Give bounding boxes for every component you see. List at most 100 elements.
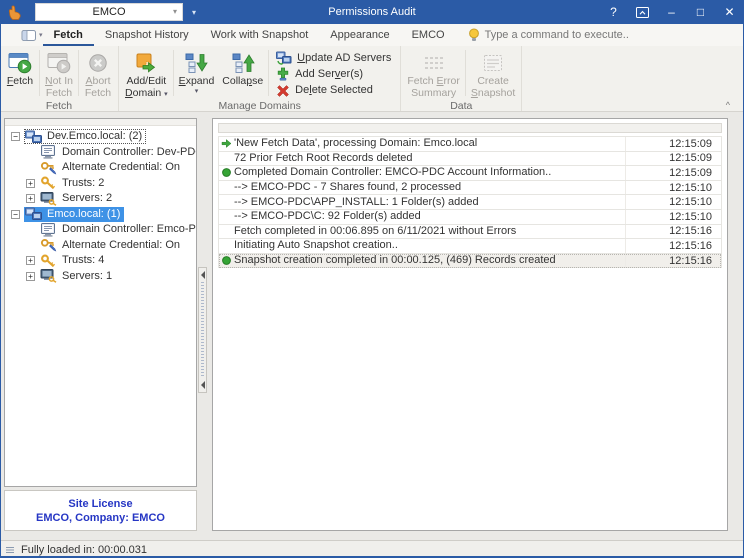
app-hand-icon[interactable] [7,5,21,20]
tree-item[interactable]: + [5,191,196,207]
ribbon-tab[interactable]: Snapshot History [94,24,200,46]
tree-item-label: Trusts: 2 [60,177,106,190]
quick-access-combo-value: EMCO [93,6,126,18]
license-type: Site License [68,497,132,511]
command-search[interactable]: Type a command to execute.. [468,28,629,42]
log-row[interactable]: Completed Domain Controller: EMCO-PDC Ac… [219,166,721,181]
log-row[interactable]: 72 Prior Fetch Root Records deleted 12:1… [219,152,721,167]
domain-tree-panel: − [4,118,197,487]
ribbon-group-label-data: Data [403,99,519,113]
abort-fetch-button[interactable]: Abort Fetch [80,47,116,99]
log-row-message: Fetch completed in 00:06.895 on 6/11/202… [234,225,625,238]
ribbon-group-data: Fetch Error Summary Create Snapshot Data [401,46,522,111]
log-row-timestamp: 12:15:09 [625,166,721,180]
tree-item[interactable]: Alternate Credential: On [5,238,196,254]
tree-item-label: Domain Controller: Dev-PDC [60,146,197,159]
log-row-message: Snapshot creation completed in 00:00.125… [234,254,625,267]
ribbon-tab[interactable]: Work with Snapshot [200,24,320,46]
tree-item-icon [40,238,57,252]
log-row-timestamp: 12:15:09 [625,152,721,166]
minimize-button[interactable]: – [657,0,686,24]
create-snapshot-button[interactable]: Create Snapshot [467,47,519,99]
tree-item-icon [40,161,57,175]
log-row[interactable]: Snapshot creation completed in 00:00.125… [219,254,721,269]
collapse-icon [231,50,255,75]
divider [78,50,79,96]
panel-toggle-button[interactable]: ▾ [21,29,43,42]
log-row-timestamp: 12:15:10 [625,181,721,195]
fetch-error-summary-label-line2: Summary [407,88,460,100]
tree-item[interactable]: Domain Controller: Dev-PDC [5,145,196,161]
log-row[interactable]: --> EMCO-PDC - 7 Shares found, 2 process… [219,181,721,196]
collapse-ribbon-button[interactable]: ^ [726,100,730,110]
not-in-fetch-button[interactable]: Not In Fetch [41,47,77,99]
tree-item-label: Alternate Credential: On [60,161,182,174]
add-edit-domain-button[interactable]: Add/Edit Domain ▾ [121,47,172,99]
fetch-error-summary-button[interactable]: Fetch Error Summary [403,47,464,99]
log-row-timestamp: 12:15:16 [625,239,721,253]
divider [465,50,466,96]
ribbon-display-options-button[interactable] [628,0,657,24]
ribbon-tab[interactable]: Appearance [319,24,400,46]
log-row[interactable]: --> EMCO-PDC\C: 92 Folder(s) added 12:15… [219,210,721,225]
status-text: Fully loaded in: 00:00.031 [21,544,147,556]
ribbon-tab[interactable]: EMCO [401,24,456,46]
combo-dropdown-icon[interactable]: ▾ [173,8,177,16]
log-row[interactable]: --> EMCO-PDC\APP_INSTALL: 1 Folder(s) ad… [219,195,721,210]
ribbon-tab-label: Appearance [330,29,389,41]
tree-expander[interactable]: + [26,256,35,265]
log-row-timestamp: 12:15:16 [625,225,721,239]
log-row-status-icon [219,255,234,266]
ribbon-tab[interactable]: Fetch [43,24,94,46]
splitter-collapse-arrow-icon[interactable] [201,381,205,389]
tree-item[interactable]: − [5,129,196,145]
log-row-timestamp: 12:15:09 [625,137,721,151]
tree-expander[interactable]: − [11,210,20,219]
create-snapshot-label-line2: Snapshot [471,88,515,100]
fetch-icon [8,50,32,75]
tree-item-label: Dev.Emco.local: (2) [45,130,144,143]
tree-expander[interactable]: + [26,194,35,203]
panel-splitter[interactable] [198,267,207,393]
fetch-error-summary-icon [422,50,446,75]
tree-item-label: Domain Controller: Emco-PDC [60,223,197,236]
delete-selected-button[interactable]: Delete Selected [276,82,391,98]
tree-item[interactable]: − [5,207,196,223]
tree-expander[interactable]: + [26,272,35,281]
tree-expander[interactable]: + [26,179,35,188]
license-info: Site License EMCO, Company: EMCO [4,490,197,531]
tree-expander[interactable]: − [11,132,20,141]
tree-item[interactable]: Alternate Credential: On [5,160,196,176]
splitter-grip[interactable] [201,282,204,378]
maximize-button[interactable]: □ [686,0,715,24]
ribbon-group-label-fetch: Fetch [2,99,116,113]
update-ad-servers-button[interactable]: Update AD Servers [276,50,391,66]
log-row-status-icon [219,167,234,178]
tree-item[interactable]: + [5,269,196,285]
abort-fetch-label-line2: Fetch [85,88,111,100]
help-button[interactable]: ? [599,0,628,24]
fetch-button[interactable]: Fetch [2,47,38,99]
log-row-timestamp: 12:15:16 [625,254,721,268]
ribbon-group-label-manage-domains: Manage Domains [121,99,398,113]
quick-access-caret-icon[interactable]: ▾ [192,8,196,17]
splitter-collapse-arrow-icon[interactable] [201,271,205,279]
log-row-timestamp: 12:15:10 [625,210,721,224]
add-edit-domain-icon [134,50,158,75]
log-row[interactable]: Initiating Auto Snapshot creation.. 12:1… [219,239,721,254]
tree-item[interactable]: + [5,176,196,192]
tree-item[interactable]: + [5,253,196,269]
log-row-message: Initiating Auto Snapshot creation.. [234,239,625,252]
log-row-message: --> EMCO-PDC\C: 92 Folder(s) added [234,210,625,223]
tree-item-icon [25,130,42,144]
tree-item[interactable]: Domain Controller: Emco-PDC [5,222,196,238]
quick-access-combo[interactable]: EMCO ▾ [35,3,183,21]
log-row[interactable]: 'New Fetch Data', processing Domain: Emc… [219,137,721,152]
ribbon: Fetch Not In Fetch [0,46,744,112]
command-search-placeholder: Type a command to execute.. [485,29,629,41]
add-servers-button[interactable]: Add Server(s) [276,66,391,82]
collapse-button[interactable]: Collapse [218,47,267,99]
close-button[interactable]: ✕ [715,0,744,24]
expand-button[interactable]: Expand ▾ [175,47,219,99]
log-row[interactable]: Fetch completed in 00:06.895 on 6/11/202… [219,225,721,240]
